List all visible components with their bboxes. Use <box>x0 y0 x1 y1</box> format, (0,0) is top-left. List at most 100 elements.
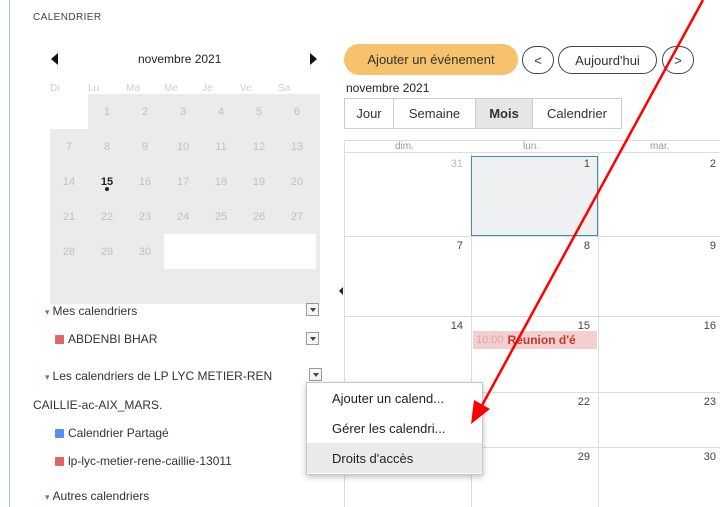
mini-day[interactable]: 15 <box>88 164 126 199</box>
mini-day[interactable]: 22 <box>88 199 126 234</box>
calendar-item-partage[interactable]: Calendrier Partagé <box>55 426 169 440</box>
shared-calendars-label-continued: CAILLIE-ac-AIX_MARS. <box>33 398 163 412</box>
calendar-color-swatch <box>55 429 64 438</box>
grid-line <box>344 316 720 317</box>
mini-day[interactable]: 14 <box>50 164 88 199</box>
month-day-number: 8 <box>583 240 590 252</box>
event-title: Réunion d'é <box>507 333 576 347</box>
add-event-button[interactable]: Ajouter un événement <box>344 44 518 75</box>
tab-mois[interactable]: Mois <box>476 99 533 128</box>
mini-day[interactable]: 9 <box>126 129 164 164</box>
calendar-item-dropdown[interactable] <box>306 332 319 345</box>
mini-day[interactable]: 16 <box>126 164 164 199</box>
mini-day[interactable]: 29 <box>88 234 126 269</box>
mini-day[interactable]: 13 <box>278 129 316 164</box>
menu-item-manage-calendars[interactable]: Gérer les calendri... <box>307 413 482 443</box>
mini-weekday: Ma <box>126 83 140 94</box>
tab-calendrier[interactable]: Calendrier <box>533 99 621 128</box>
mini-day[interactable]: 25 <box>202 199 240 234</box>
mini-day[interactable]: 17 <box>164 164 202 199</box>
mini-day-empty <box>278 234 316 269</box>
collapse-sidebar-icon[interactable] <box>339 287 343 295</box>
mini-day-empty <box>164 234 202 269</box>
mini-day[interactable]: 10 <box>164 129 202 164</box>
mini-day-empty <box>202 234 240 269</box>
month-day-number: 9 <box>709 240 716 252</box>
grid-line <box>598 152 599 507</box>
mini-day[interactable]: 27 <box>278 199 316 234</box>
other-calendars-header[interactable]: ▾ Autres calendriers <box>45 489 149 503</box>
mini-day[interactable]: 19 <box>240 164 278 199</box>
mini-day[interactable]: 26 <box>240 199 278 234</box>
shared-calendars-dropdown[interactable] <box>309 368 322 381</box>
mini-day[interactable]: 8 <box>88 129 126 164</box>
month-day-number: 30 <box>703 451 716 463</box>
month-day-number: 29 <box>577 451 590 463</box>
month-day-number: 23 <box>703 396 716 408</box>
tab-jour[interactable]: Jour <box>345 99 394 128</box>
mini-weekday: Sa <box>278 83 291 94</box>
mini-day[interactable]: 3 <box>164 94 202 129</box>
mini-weekday: Lu <box>88 83 100 94</box>
calendar-item-label: ABDENBI BHAR <box>68 332 158 346</box>
my-calendars-dropdown[interactable] <box>306 303 319 316</box>
other-calendars-label: Autres calendriers <box>52 489 150 503</box>
mini-day[interactable]: 2 <box>126 94 164 129</box>
mini-weekday: Je <box>202 83 213 94</box>
calendar-item-label: lp-lyc-metier-rene-caillie-13011 <box>68 454 232 468</box>
mini-day[interactable]: 23 <box>126 199 164 234</box>
mini-day[interactable]: 24 <box>164 199 202 234</box>
menu-item-access-rights[interactable]: Droits d'accès <box>307 443 482 473</box>
caret-down-icon: ▾ <box>45 372 50 382</box>
month-day-number: 1 <box>583 158 590 170</box>
calendar-item-abdenbi[interactable]: ABDENBI BHAR <box>55 332 157 346</box>
calendar-context-menu: Ajouter un calend... Gérer les calendri.… <box>306 382 483 475</box>
calendar-item-label: Calendrier Partagé <box>68 426 169 440</box>
mini-day[interactable]: 28 <box>50 234 88 269</box>
calendar-color-swatch <box>55 457 64 466</box>
month-day-number: 14 <box>450 320 463 332</box>
mini-day[interactable]: 4 <box>202 94 240 129</box>
mini-day[interactable]: 12 <box>240 129 278 164</box>
menu-item-add-calendar[interactable]: Ajouter un calend... <box>307 383 482 413</box>
month-day-number: 16 <box>703 320 716 332</box>
month-day-number: 22 <box>577 396 590 408</box>
month-day-number: 31 <box>450 158 463 170</box>
mini-weekday: Me <box>164 83 178 94</box>
caret-down-icon: ▾ <box>45 492 50 502</box>
mini-day[interactable]: 18 <box>202 164 240 199</box>
grid-line <box>344 236 720 237</box>
mini-weekday: Di <box>50 83 60 94</box>
month-day-number: 2 <box>709 158 716 170</box>
mini-day[interactable]: 1 <box>88 94 126 129</box>
view-switcher: Jour Semaine Mois Calendrier <box>344 98 622 129</box>
prev-month-icon[interactable] <box>51 53 58 65</box>
current-period-label: novembre 2021 <box>346 81 430 95</box>
my-calendars-header[interactable]: ▾ Mes calendriers <box>45 304 137 318</box>
today-button[interactable]: Aujourd'hui <box>558 46 657 74</box>
mini-day[interactable]: 6 <box>278 94 316 129</box>
caret-down-icon: ▾ <box>45 307 50 317</box>
mini-day[interactable]: 30 <box>126 234 164 269</box>
mini-day[interactable]: 11 <box>202 129 240 164</box>
calendar-item-lp-lyc[interactable]: lp-lyc-metier-rene-caillie-13011 <box>55 454 232 468</box>
next-month-icon[interactable] <box>310 53 317 65</box>
mini-day[interactable]: 21 <box>50 199 88 234</box>
next-period-button[interactable]: > <box>662 46 694 74</box>
mini-day[interactable]: 5 <box>240 94 278 129</box>
mini-day-empty <box>50 94 88 129</box>
prev-period-button[interactable]: < <box>522 46 554 74</box>
calendar-color-swatch <box>55 335 64 344</box>
mini-day[interactable]: 20 <box>278 164 316 199</box>
left-border <box>9 0 10 507</box>
tab-semaine[interactable]: Semaine <box>394 99 476 128</box>
column-header-dim: dim. <box>395 141 414 152</box>
event-time: 10:00 <box>476 334 504 346</box>
event-reunion[interactable]: 10:00 Réunion d'é <box>473 331 597 349</box>
month-day-number: 7 <box>456 240 463 252</box>
mini-day-empty <box>240 234 278 269</box>
mini-day[interactable]: 7 <box>50 129 88 164</box>
mini-calendar-grid: 1 2 3 4 5 6 7 8 9 10 11 12 13 14 15 16 17 18 19 20 21 22 23 24 2… <box>50 94 320 304</box>
shared-calendars-header[interactable]: ▾ Les calendriers de LP LYC METIER-REN <box>45 369 272 383</box>
shared-calendars-label: Les calendriers de LP LYC METIER-REN <box>52 369 273 383</box>
